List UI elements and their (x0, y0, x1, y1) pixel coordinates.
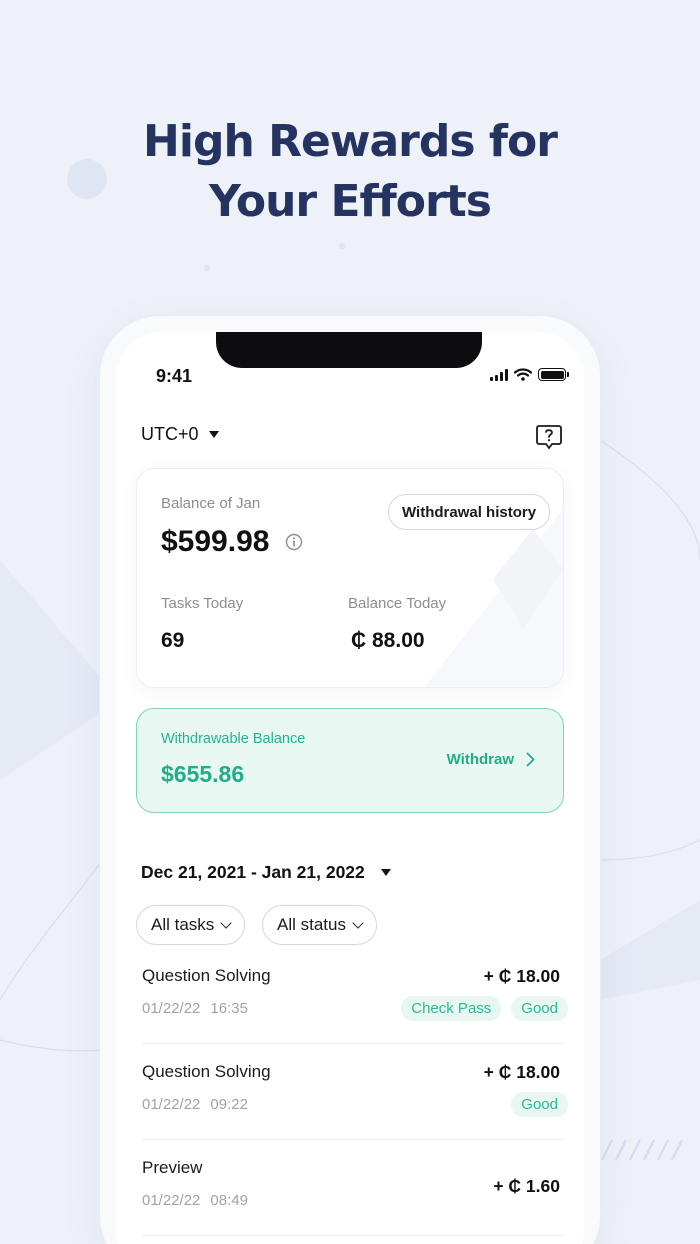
transaction-amount: + ₵ 1.60 (493, 1176, 560, 1196)
transaction-name: Question Solving (142, 1062, 271, 1081)
transaction-row[interactable]: Preview 01/22/22 08:49 + ₵ 1.60 (142, 1140, 564, 1236)
help-icon[interactable] (536, 424, 562, 452)
phone-screen: 9:41 UTC+0 Balance of Jan Withdrawal his… (116, 332, 584, 1244)
timezone-selector[interactable]: UTC+0 (141, 424, 219, 445)
withdrawable-card: Withdrawable Balance $655.86 Withdraw (136, 708, 564, 813)
status-icons (490, 368, 569, 381)
transaction-badges: Check Pass Good (401, 996, 568, 1021)
headline: High Rewards for Your Efforts (0, 112, 700, 232)
status-badge: Good (511, 1092, 568, 1117)
headline-line-1: High Rewards for (143, 116, 558, 167)
balance-card: Balance of Jan Withdrawal history $599.9… (136, 468, 564, 688)
transaction-date: 01/22/22 (142, 1192, 201, 1209)
all-tasks-filter[interactable]: All tasks (136, 905, 246, 945)
caret-down-icon (380, 869, 391, 876)
transaction-time: 09:22 (210, 1096, 248, 1113)
transaction-row[interactable]: Question Solving 01/22/22 09:22 + ₵ 18.00… (142, 1044, 568, 1140)
transaction-badges: Good (511, 1092, 568, 1117)
date-range-label: Dec 21, 2021 - Jan 21, 2022 (141, 862, 365, 882)
transaction-date: 01/22/22 (142, 1000, 201, 1017)
balance-today-value: ₵ 88.00 (351, 629, 425, 652)
transaction-datetime: 01/22/22 16:35 (142, 1000, 258, 1017)
timezone-label: UTC+0 (141, 424, 199, 444)
date-range-selector[interactable]: Dec 21, 2021 - Jan 21, 2022 (141, 862, 391, 883)
withdrawable-amount: $655.86 (161, 761, 245, 787)
status-badge: Good (511, 996, 568, 1021)
chevron-right-icon (526, 752, 535, 767)
withdraw-label: Withdraw (446, 751, 514, 768)
battery-icon (538, 368, 569, 381)
transaction-amount: + ₵ 18.00 (483, 966, 560, 986)
chevron-down-icon (352, 917, 364, 929)
headline-line-2: Your Efforts (209, 176, 492, 227)
phone-notch (216, 332, 482, 368)
cellular-signal-icon (490, 368, 508, 381)
chevron-down-icon (220, 917, 232, 929)
balance-amount: $599.98 (161, 525, 270, 558)
withdrawal-history-button[interactable]: Withdrawal history (388, 494, 551, 530)
withdraw-button[interactable]: Withdraw (447, 751, 535, 768)
caret-down-icon (208, 431, 219, 438)
all-status-label: All status (277, 915, 346, 934)
tasks-today-value: 69 (161, 629, 185, 652)
transaction-name: Preview (142, 1158, 203, 1177)
balance-label: Balance of Jan (161, 495, 261, 512)
balance-today-label: Balance Today (348, 595, 447, 612)
all-tasks-label: All tasks (151, 915, 215, 934)
status-badge: Check Pass (401, 996, 502, 1021)
transaction-datetime: 01/22/22 09:22 (142, 1096, 258, 1113)
transaction-date: 01/22/22 (142, 1096, 201, 1113)
transaction-amount: + ₵ 18.00 (483, 1062, 560, 1082)
wifi-icon (514, 368, 532, 381)
transaction-time: 08:49 (210, 1192, 248, 1209)
tasks-today-label: Tasks Today (161, 595, 244, 612)
all-status-filter[interactable]: All status (262, 905, 377, 945)
info-icon[interactable] (285, 533, 303, 551)
transaction-time: 16:35 (210, 1000, 248, 1017)
withdrawable-label: Withdrawable Balance (161, 731, 306, 747)
status-time: 9:41 (156, 366, 193, 386)
phone-mockup: 9:41 UTC+0 Balance of Jan Withdrawal his… (100, 316, 600, 1244)
transaction-datetime: 01/22/22 08:49 (142, 1192, 258, 1209)
transaction-row[interactable]: Question Solving 01/22/22 16:35 + ₵ 18.00… (142, 948, 568, 1044)
transaction-name: Question Solving (142, 966, 271, 985)
